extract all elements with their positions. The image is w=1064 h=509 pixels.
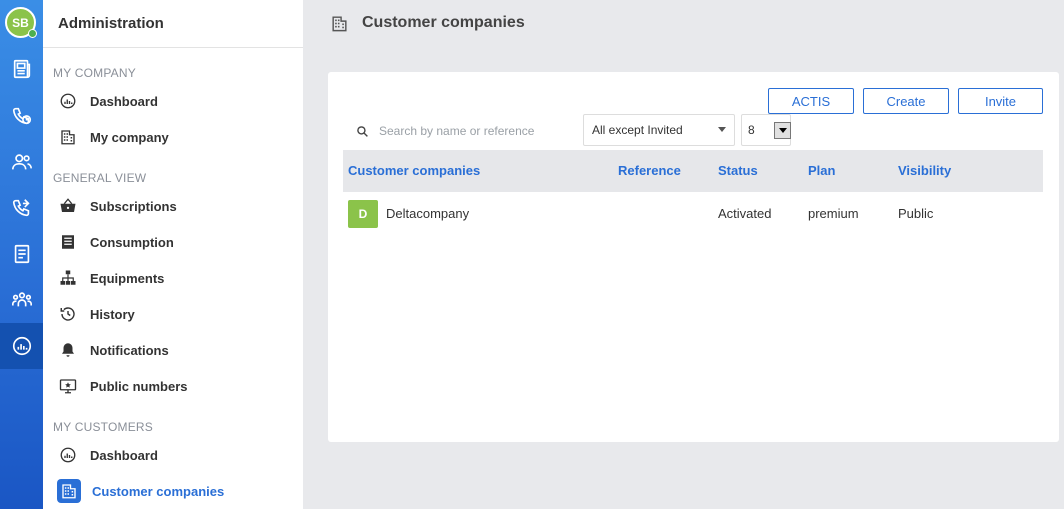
page-title: Customer companies	[362, 14, 525, 31]
history-icon	[57, 303, 79, 325]
nav-item-label: History	[90, 306, 135, 322]
dashboard-gauge-icon	[57, 90, 79, 112]
chevron-down-icon	[718, 127, 726, 132]
column-header-plan[interactable]: Plan	[808, 163, 835, 178]
user-group-icon	[11, 292, 32, 307]
page-size-select[interactable]: 8	[741, 114, 791, 146]
search-input[interactable]	[379, 124, 569, 138]
nav-item-history[interactable]: History	[57, 299, 292, 329]
nav-item-label: Public numbers	[90, 378, 188, 394]
sidenav-title: Administration	[58, 15, 164, 32]
chevron-down-icon	[778, 128, 787, 133]
column-header-status[interactable]: Status	[718, 163, 758, 178]
company-status: Activated	[718, 206, 772, 221]
app-rail: SB	[0, 0, 43, 509]
actis-button[interactable]: ACTIS	[768, 88, 854, 114]
side-navigation: Administration MY COMPANY Dashboard My c…	[43, 0, 303, 509]
search-icon	[357, 125, 368, 137]
column-header-customer-companies[interactable]: Customer companies	[348, 163, 480, 178]
company-plan: premium	[808, 206, 859, 221]
page-header: Customer companies	[303, 0, 1064, 46]
page-size-value: 8	[748, 123, 755, 137]
nav-item-subscriptions[interactable]: Subscriptions	[57, 191, 292, 221]
nav-item-label: Dashboard	[90, 447, 158, 463]
companies-card: ACTIS Create Invite All except Invited 8…	[328, 72, 1059, 442]
company-initial-badge: D	[348, 200, 378, 228]
nav-item-notifications[interactable]: Notifications	[57, 335, 292, 365]
nav-item-customers-dashboard[interactable]: Dashboard	[57, 440, 292, 470]
nav-item-equipments[interactable]: Equipments	[57, 263, 292, 293]
nav-item-label: My company	[90, 129, 169, 145]
bell-icon	[57, 339, 79, 361]
create-button[interactable]: Create	[863, 88, 949, 114]
phone-clock-icon	[12, 107, 31, 125]
section-title-general-view: GENERAL VIEW	[53, 171, 147, 185]
sidenav-header: Administration	[43, 0, 303, 48]
nav-item-my-company-dashboard[interactable]: Dashboard	[57, 86, 292, 116]
rail-contacts-button[interactable]	[0, 139, 43, 185]
nav-item-my-company[interactable]: My company	[57, 122, 292, 152]
status-filter-select[interactable]: All except Invited	[583, 114, 735, 146]
page-size-dropdown-button[interactable]	[774, 122, 791, 139]
nav-item-label: Consumption	[90, 234, 174, 250]
nav-item-label: Customer companies	[92, 483, 225, 499]
building-icon	[332, 15, 347, 31]
rail-phone-button[interactable]	[0, 185, 43, 231]
table-header: Customer companies Reference Status Plan…	[343, 150, 1043, 192]
basket-icon	[57, 195, 79, 217]
rail-groups-button[interactable]	[0, 277, 43, 323]
search-box	[356, 122, 576, 140]
table-row[interactable]: D Deltacompany Activated premium Public	[343, 192, 1043, 236]
users-icon	[11, 154, 32, 170]
building-icon	[57, 479, 81, 503]
company-name[interactable]: Deltacompany	[386, 206, 469, 221]
phone-forward-icon	[12, 199, 30, 217]
newspaper-icon	[13, 59, 30, 79]
nav-item-label: Subscriptions	[90, 198, 177, 214]
building-icon	[57, 126, 79, 148]
section-title-my-customers: MY CUSTOMERS	[53, 420, 153, 434]
invite-button[interactable]: Invite	[958, 88, 1043, 114]
nav-item-label: Equipments	[90, 270, 165, 286]
nav-item-label: Dashboard	[90, 93, 158, 109]
rail-calls-button[interactable]	[0, 93, 43, 139]
dashboard-gauge-icon	[12, 336, 31, 356]
nav-item-public-numbers[interactable]: Public numbers	[57, 371, 292, 401]
section-title-my-company: MY COMPANY	[53, 66, 136, 80]
invoice-icon	[57, 231, 79, 253]
status-filter-value: All except Invited	[592, 123, 683, 137]
nav-item-customer-companies[interactable]: Customer companies	[57, 476, 292, 506]
online-status-dot	[28, 29, 37, 38]
rail-reports-button[interactable]	[0, 231, 43, 277]
rail-news-button[interactable]	[0, 46, 43, 92]
company-visibility: Public	[898, 206, 934, 221]
column-header-reference[interactable]: Reference	[618, 163, 681, 178]
monitor-star-icon	[57, 375, 79, 397]
report-icon	[14, 244, 29, 264]
rail-admin-button[interactable]	[0, 323, 43, 369]
nav-item-consumption[interactable]: Consumption	[57, 227, 292, 257]
column-header-visibility[interactable]: Visibility	[898, 163, 951, 178]
nav-item-label: Notifications	[90, 342, 169, 358]
network-tree-icon	[57, 267, 79, 289]
dashboard-gauge-icon	[57, 444, 79, 466]
